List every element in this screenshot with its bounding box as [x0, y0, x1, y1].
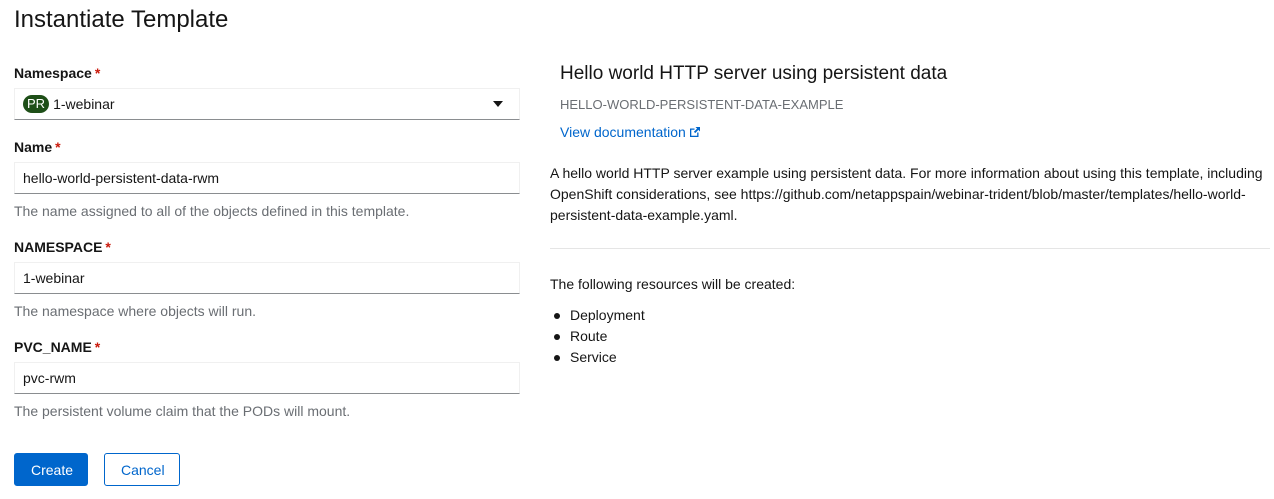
namespace-param-label: NAMESPACE * — [14, 239, 111, 255]
template-title: Hello world HTTP server using persistent… — [560, 63, 948, 84]
divider — [550, 248, 1270, 249]
required-mark: * — [94, 339, 101, 355]
pvc-name-helper-text: The persistent volume claim that the POD… — [14, 403, 351, 419]
namespace-select-value: 1-webinar — [53, 96, 115, 112]
bullet-icon — [554, 333, 560, 340]
pvc-name-group: PVC_NAME* The persistent volume claim th… — [14, 336, 520, 421]
template-id: HELLO-WORLD-PERSISTENT-DATA-EXAMPLE — [560, 97, 844, 112]
name-helper-text: The name assigned to all of the objects … — [14, 203, 410, 219]
page-title: Instantiate Template — [14, 6, 229, 33]
namespace-param-group: NAMESPACE* The namespace where objects w… — [14, 236, 520, 321]
name-group: Name* The name assigned to all of the ob… — [14, 136, 520, 221]
pvc-name-input[interactable] — [14, 362, 520, 394]
resources-heading: The following resources will be created: — [550, 276, 796, 292]
view-documentation-link[interactable]: View documentation — [560, 122, 701, 142]
namespace-select[interactable]: PR 1-webinar — [14, 88, 520, 120]
resources-list: Deployment Route Service — [550, 305, 645, 368]
required-mark: * — [105, 239, 111, 255]
list-item: Deployment — [550, 305, 645, 326]
name-input[interactable] — [14, 162, 520, 194]
template-description: A hello world HTTP server example using … — [550, 165, 1263, 223]
external-link-icon — [689, 127, 700, 137]
instantiate-template-page: Instantiate Template Namespace * PR 1-web… — [0, 0, 1274, 499]
form-actions: Create Cancel — [14, 453, 180, 486]
namespace-label: Namespace * — [14, 65, 101, 81]
list-item: Service — [550, 347, 645, 368]
namespace-param-helper-text: The namespace where objects will run. — [14, 303, 257, 319]
pvc-name-label: PVC_NAME * — [14, 339, 101, 355]
namespace-param-input[interactable] — [14, 262, 520, 294]
required-mark: * — [55, 139, 61, 155]
create-button[interactable]: Create — [14, 453, 88, 486]
required-mark: * — [94, 65, 101, 81]
name-label: Name * — [14, 139, 61, 155]
cancel-button[interactable]: Cancel — [104, 453, 180, 486]
bullet-icon — [554, 312, 560, 319]
list-item: Route — [550, 326, 645, 347]
caret-down-icon[interactable] — [493, 101, 503, 107]
namespace-group: Namespace * PR 1-webinar — [14, 62, 520, 120]
bullet-icon — [554, 354, 560, 361]
namespace-badge: PR — [23, 95, 50, 113]
